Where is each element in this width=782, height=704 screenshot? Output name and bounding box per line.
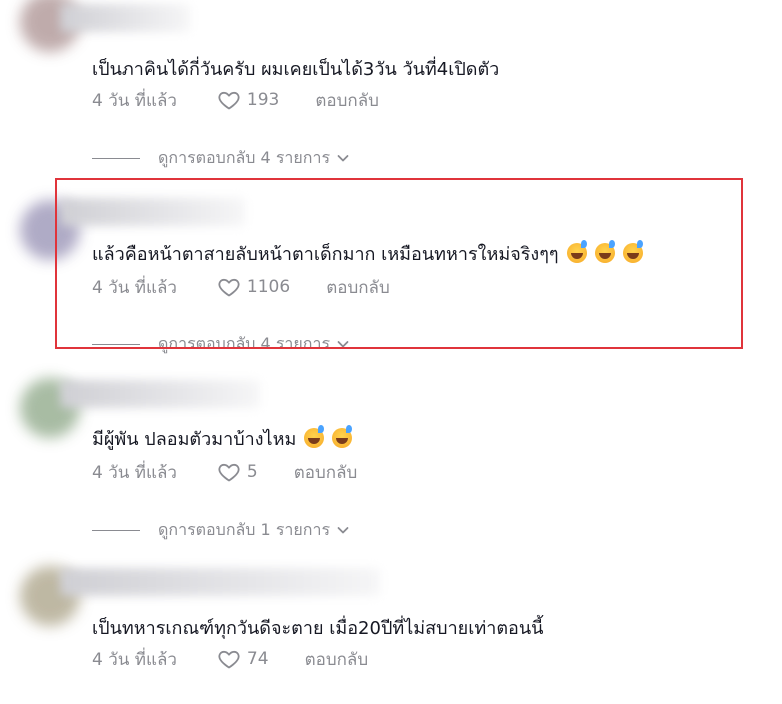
view-replies-label: ดูการตอบกลับ 4 รายการ xyxy=(158,147,331,167)
username-blurred[interactable] xyxy=(60,568,380,596)
comment-text-content: มีผู้พัน ปลอมตัวมาบ้างไหม xyxy=(92,429,297,450)
like-button[interactable]: 193 xyxy=(217,88,279,112)
comment-text: มีผู้พัน ปลอมตัวมาบ้างไหม xyxy=(92,425,353,453)
view-replies-button[interactable]: ดูการตอบกลับ 1 รายการ xyxy=(92,518,350,542)
chevron-down-icon xyxy=(337,527,349,534)
replies-divider xyxy=(92,529,140,531)
comment-text: เป็นภาคินได้กี่วันครับ ผมเคยเป็นได้3วัน … xyxy=(92,57,499,83)
like-count: 5 xyxy=(246,462,258,482)
comment-meta: 4 วัน ที่แล้ว 193 ตอบกลับ xyxy=(92,86,379,114)
replies-divider xyxy=(92,157,140,159)
reply-button[interactable]: ตอบกลับ xyxy=(294,459,358,486)
comment-text-content: เป็นทหารเกณฑ์ทุกวันดีจะตาย เมื่อ20ปีที่ไ… xyxy=(92,618,544,639)
grinning-sweat-emoji xyxy=(304,425,325,448)
heart-outline-icon xyxy=(218,650,240,669)
like-count: 74 xyxy=(246,649,269,669)
comment-time: 4 วัน ที่แล้ว xyxy=(92,649,177,670)
heart-outline-icon xyxy=(218,91,240,110)
comment-text: เป็นทหารเกณฑ์ทุกวันดีจะตาย เมื่อ20ปีที่ไ… xyxy=(92,616,543,642)
reply-button[interactable]: ตอบกลับ xyxy=(315,87,379,114)
username-blurred[interactable] xyxy=(60,4,190,32)
comment-meta: 4 วัน ที่แล้ว 5 ตอบกลับ xyxy=(92,458,357,486)
like-button[interactable]: 5 xyxy=(217,460,258,484)
view-replies-button[interactable]: ดูการตอบกลับ 4 รายการ xyxy=(92,146,350,170)
comment-text-content: เป็นภาคินได้กี่วันครับ ผมเคยเป็นได้3วัน … xyxy=(92,59,500,80)
highlight-box xyxy=(55,178,743,349)
like-count: 193 xyxy=(246,90,280,110)
comment-time: 4 วัน ที่แล้ว xyxy=(92,462,177,483)
comment-meta: 4 วัน ที่แล้ว 74 ตอบกลับ xyxy=(92,645,368,673)
like-button[interactable]: 74 xyxy=(217,647,269,671)
username-blurred[interactable] xyxy=(60,380,260,408)
comment-time: 4 วัน ที่แล้ว xyxy=(92,90,177,111)
grinning-sweat-emoji xyxy=(332,425,353,448)
view-replies-label: ดูการตอบกลับ 1 รายการ xyxy=(158,519,331,539)
chevron-down-icon xyxy=(337,155,349,162)
heart-outline-icon xyxy=(218,463,240,482)
reply-button[interactable]: ตอบกลับ xyxy=(305,646,369,673)
